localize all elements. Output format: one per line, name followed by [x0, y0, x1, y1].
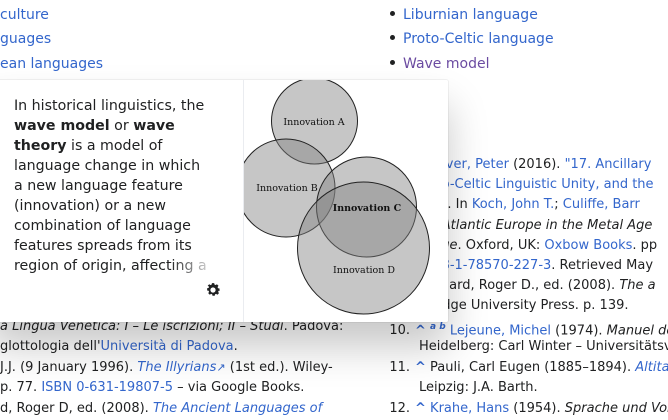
reference-line: uage. Oxford, UK: Oxbow Books. pp	[425, 236, 657, 257]
ref-text: . pp	[632, 238, 658, 253]
extract-text: is a model of language change in which a…	[14, 138, 207, 274]
reference-line: glottologia dell'Università di Padova.	[0, 337, 238, 358]
link-proto-celtic-language[interactable]: Proto-Celtic language	[403, 31, 554, 47]
link-culture[interactable]: culture	[0, 3, 49, 28]
innovation-a-label: Innovation A	[283, 117, 344, 128]
ref-text: Pauli, Carl Eugen (1885–1894).	[425, 360, 636, 375]
venn-diagram: Innovation A Innovation B Innovation C I…	[236, 80, 430, 315]
ref-title-link[interactable]: The Ancient Languages of	[153, 401, 322, 416]
innovation-c-label: Innovation C	[333, 203, 402, 214]
text-fade	[170, 256, 230, 278]
ref-text: (2016).	[508, 157, 565, 172]
ref-text: (1st ed.). Wiley-	[225, 360, 333, 375]
list-item: Proto-Celtic language	[390, 27, 554, 52]
isbn-link[interactable]: ISBN 0-631-19807-5	[41, 380, 173, 395]
extract-text: In historical linguistics, the	[14, 98, 205, 114]
reference-line: d, Roger D, ed. (2008). The Ancient Lang…	[0, 399, 322, 420]
ref-text: glottologia dell'	[0, 339, 101, 354]
bullet-icon	[390, 34, 395, 40]
ref-text: p. 77.	[0, 380, 42, 395]
reference-line: 978-1-78570-227-3. Retrieved May	[425, 256, 653, 277]
editor-link[interactable]: Culiffe, Barr	[563, 197, 640, 212]
university-link[interactable]: Università di Padova	[101, 339, 234, 354]
page-preview-popup[interactable]: In historical linguistics, the wave mode…	[0, 80, 448, 322]
list-item: Liburnian language	[390, 3, 538, 28]
author-link[interactable]: Krahe, Hans	[430, 401, 509, 416]
backlink-caret[interactable]: ^	[415, 360, 426, 375]
backlink-caret[interactable]: ^	[415, 401, 426, 416]
editor-link[interactable]: Koch, John T.	[472, 197, 554, 212]
link-liburnian-language[interactable]: Liburnian language	[403, 7, 538, 23]
ref-text: (1954).	[509, 401, 565, 416]
ref-book-title: The a	[619, 278, 656, 293]
ref-text: d, Roger D, ed. (2008).	[0, 401, 153, 416]
reference-line: oodard, Roger D., ed. (2008). The a	[425, 276, 656, 297]
reference-line: c"↗. In Koch, John T.; Culiffe, Barr	[425, 195, 640, 216]
extract-text: or	[109, 118, 134, 134]
ref-text: oodard, Roger D., ed. (2008).	[425, 278, 620, 293]
ref-text: .	[233, 339, 238, 354]
ref-book-title: 3: Atlantic Europe in the Metal Age	[425, 218, 653, 233]
backlink-letters[interactable]: a b	[430, 322, 446, 332]
reference-line: 11. ^ Pauli, Carl Eugen (1885–1894). Alti…	[388, 358, 668, 379]
extract-term: wave model	[14, 118, 110, 134]
ref-number: 10.	[389, 323, 410, 339]
publisher-link[interactable]: Oxbow Books	[544, 238, 632, 253]
ref-number: 11.	[389, 360, 410, 375]
ref-text: . In	[447, 197, 472, 212]
innovation-b-label: Innovation B	[256, 183, 317, 194]
gear-icon[interactable]	[204, 281, 222, 299]
list-item: Wave model	[390, 52, 489, 77]
ref-number: 12.	[389, 401, 410, 416]
bullet-icon	[390, 59, 395, 65]
link-ean-languages[interactable]: ean languages	[0, 52, 103, 77]
external-link-icon: ↗	[216, 361, 226, 374]
innovation-d-circle	[297, 181, 430, 315]
ref-text: Heidelberg: Carl Winter – Universitätsve	[419, 339, 668, 354]
ref-text: . Retrieved May	[551, 258, 654, 273]
ref-title-link[interactable]: The Illyrians	[137, 360, 216, 375]
ref-title-link[interactable]: talo-Celtic Linguistic Unity, and the	[425, 175, 654, 196]
ref-book-title: Sprache und Vor	[564, 401, 668, 416]
innovation-d-label: Innovation D	[333, 265, 395, 276]
reference-line: J.J. (9 January 1996). The Illyrians↗ (1…	[0, 358, 333, 379]
ref-title-link[interactable]: Altital	[635, 360, 668, 375]
divider	[243, 80, 244, 322]
link-wave-model[interactable]: Wave model	[403, 56, 489, 72]
reference-line: 12. ^ Krahe, Hans (1954). Sprache und Vor	[388, 399, 668, 420]
ref-title-link[interactable]: "17. Ancillary	[565, 157, 652, 172]
link-languages[interactable]: guages	[0, 27, 51, 52]
preview-thumbnail[interactable]: Innovation A Innovation B Innovation C I…	[236, 80, 448, 322]
ref-text: J.J. (9 January 1996).	[0, 360, 138, 375]
reference-line: hrijver, Peter (2016). "17. Ancillary	[425, 155, 651, 176]
bullet-icon	[390, 10, 395, 16]
ref-text: ;	[554, 197, 563, 212]
ref-text: – via Google Books.	[172, 380, 305, 395]
preview-extract[interactable]: In historical linguistics, the wave mode…	[14, 96, 210, 276]
ref-text: bridge University Press. p. 139.	[425, 298, 629, 313]
reference-line: p. 77. ISBN 0-631-19807-5 – via Google B…	[0, 378, 304, 399]
ref-text: . Oxford, UK:	[457, 238, 545, 253]
ref-text: Leipzig: J.A. Barth.	[419, 380, 538, 395]
